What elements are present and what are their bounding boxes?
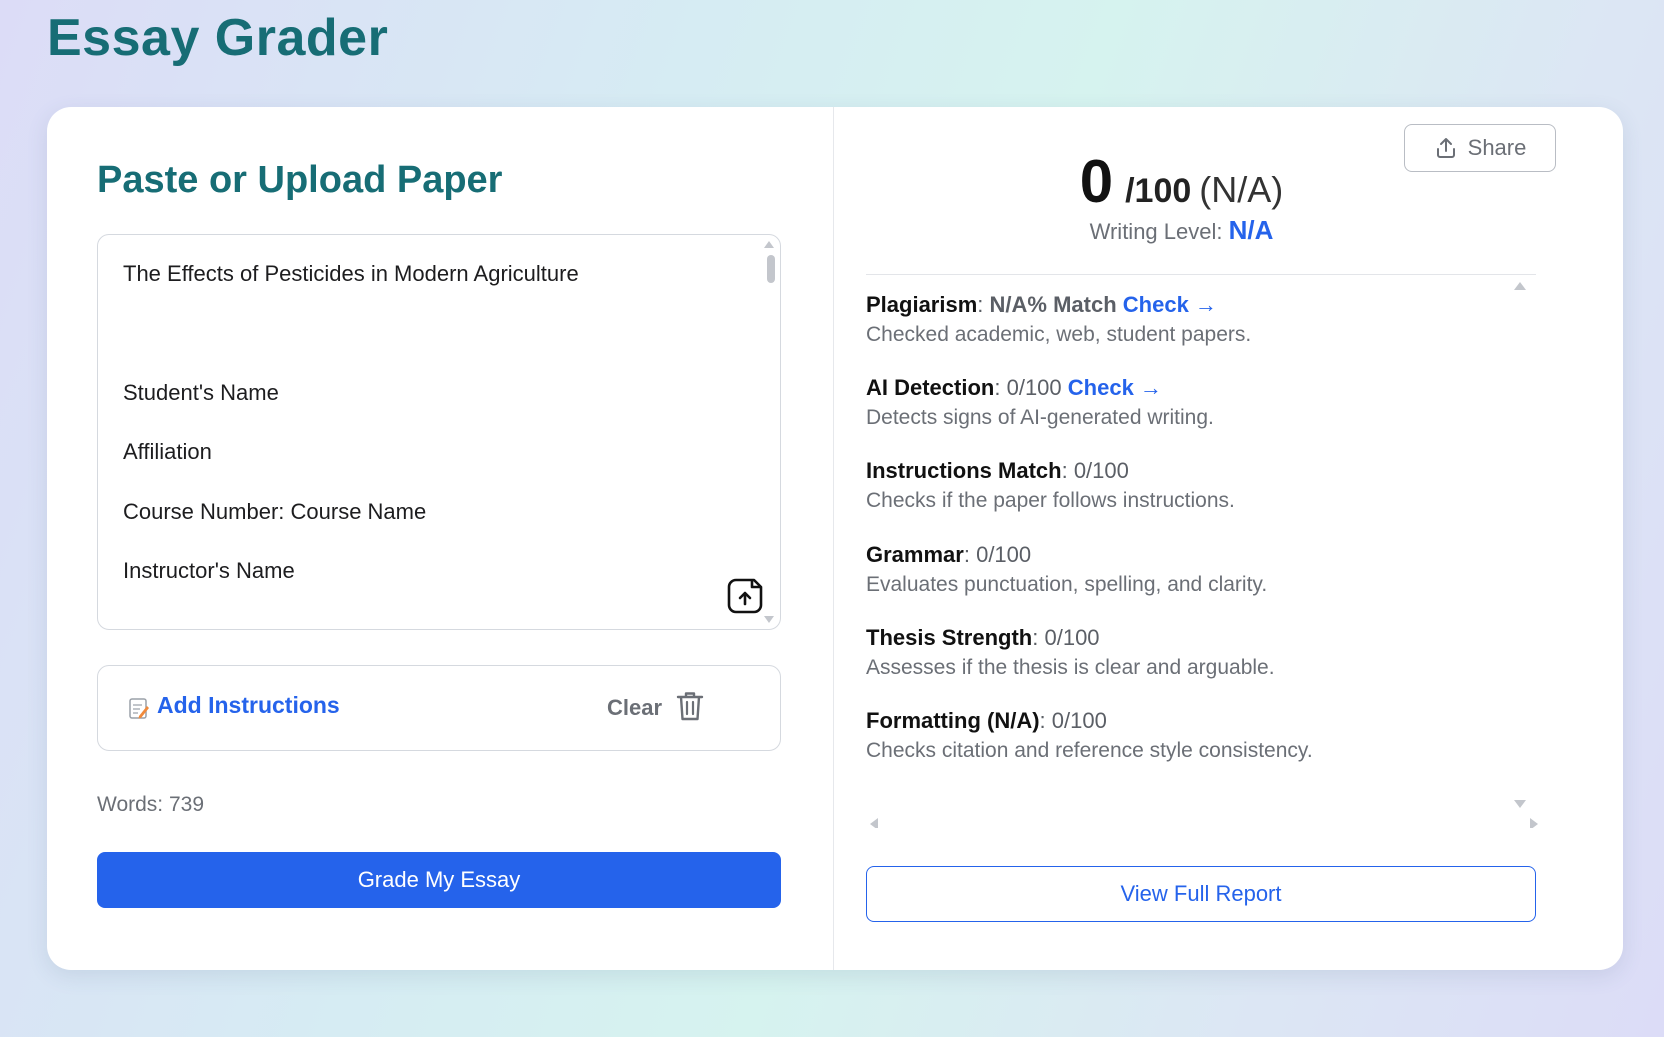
metric-name: Thesis Strength xyxy=(866,625,1033,650)
scroll-down-arrow-icon[interactable] xyxy=(1514,800,1526,808)
metrics-list[interactable]: Plagiarism: N/A% Match Check → Checked a… xyxy=(866,278,1546,828)
score-value: 0 xyxy=(1079,148,1114,215)
metric-value: 0/100 xyxy=(1073,458,1129,483)
memo-icon xyxy=(129,698,149,719)
essay-line: The Effects of Pesticides in Modern Agri… xyxy=(123,261,579,286)
essay-textarea[interactable]: The Effects of Pesticides in Modern Agri… xyxy=(97,234,781,630)
metric-value: 0/100 xyxy=(1044,625,1100,650)
share-upload-icon xyxy=(1436,138,1455,158)
share-label: Share xyxy=(1467,135,1527,160)
metric-description: Evaluates punctuation, spelling, and cla… xyxy=(866,573,1268,596)
clear-button[interactable]: Clear xyxy=(607,695,662,721)
share-button[interactable]: Share xyxy=(1404,124,1556,172)
grade-essay-button[interactable]: Grade My Essay xyxy=(97,852,781,908)
essay-line: Affiliation xyxy=(123,439,212,464)
metric-plagiarism: Plagiarism: N/A% Match Check → Checked a… xyxy=(866,290,1506,350)
writing-level: Writing Level: N/A xyxy=(787,215,1576,246)
metric-description: Assesses if the thesis is clear and argu… xyxy=(866,656,1275,679)
metric-name: Instructions Match xyxy=(866,458,1062,483)
scroll-up-arrow-icon[interactable] xyxy=(1514,282,1526,290)
scroll-up-arrow-icon[interactable] xyxy=(764,241,774,248)
add-instructions-link[interactable]: Add Instructions xyxy=(157,692,340,719)
metric-thesis-strength: Thesis Strength: 0/100 Assesses if the t… xyxy=(866,623,1506,683)
ai-detection-check-link[interactable]: Check → xyxy=(1068,375,1162,400)
metric-description: Checks citation and reference style cons… xyxy=(866,739,1313,762)
plagiarism-check-link[interactable]: Check → xyxy=(1123,292,1217,317)
metric-name: AI Detection xyxy=(866,375,995,400)
metric-description: Checks if the paper follows instructions… xyxy=(866,489,1235,512)
metric-formatting: Formatting (N/A): 0/100 Checks citation … xyxy=(866,706,1506,766)
view-full-report-button[interactable]: View Full Report xyxy=(866,866,1536,922)
trash-icon[interactable] xyxy=(675,690,705,722)
metric-instructions-match: Instructions Match: 0/100 Checks if the … xyxy=(866,456,1506,516)
upload-heading: Paste or Upload Paper xyxy=(97,159,503,201)
metric-description: Checked academic, web, student papers. xyxy=(866,323,1252,346)
essay-line: Course Number: Course Name xyxy=(123,499,427,524)
metric-description: Detects signs of AI-generated writing. xyxy=(866,406,1214,429)
writing-level-value: N/A xyxy=(1228,215,1274,245)
scroll-down-arrow-icon[interactable] xyxy=(764,616,774,623)
instructions-bar: Add Instructions Clear xyxy=(97,665,781,751)
metric-value: N/A% Match xyxy=(989,292,1117,317)
metric-ai-detection: AI Detection: 0/100 Check → Detects sign… xyxy=(866,373,1506,433)
word-count: Words: 739 xyxy=(97,793,204,816)
score-grade: (N/A) xyxy=(1199,169,1284,210)
upload-file-icon[interactable] xyxy=(726,577,764,615)
metric-name: Grammar xyxy=(866,542,964,567)
essay-line: Instructor's Name xyxy=(123,558,295,583)
essay-scrollbar[interactable] xyxy=(764,237,778,627)
metric-name: Formatting (N/A) xyxy=(866,708,1040,733)
metrics-separator xyxy=(866,274,1536,275)
essay-line: Student's Name xyxy=(123,380,279,405)
metric-value: 0/100 xyxy=(1051,708,1107,733)
app-title: Essay Grader xyxy=(47,9,389,67)
metric-name: Plagiarism xyxy=(866,292,978,317)
scroll-right-arrow-icon[interactable] xyxy=(1530,818,1538,828)
metric-value: 0/100 xyxy=(1006,375,1062,400)
essay-scroll-thumb[interactable] xyxy=(767,255,775,283)
scroll-left-arrow-icon[interactable] xyxy=(870,818,878,828)
metric-value: 0/100 xyxy=(976,542,1032,567)
metric-grammar: Grammar: 0/100 Evaluates punctuation, sp… xyxy=(866,540,1506,600)
writing-level-label: Writing Level: xyxy=(1089,219,1223,244)
score-max: /100 xyxy=(1125,172,1192,210)
